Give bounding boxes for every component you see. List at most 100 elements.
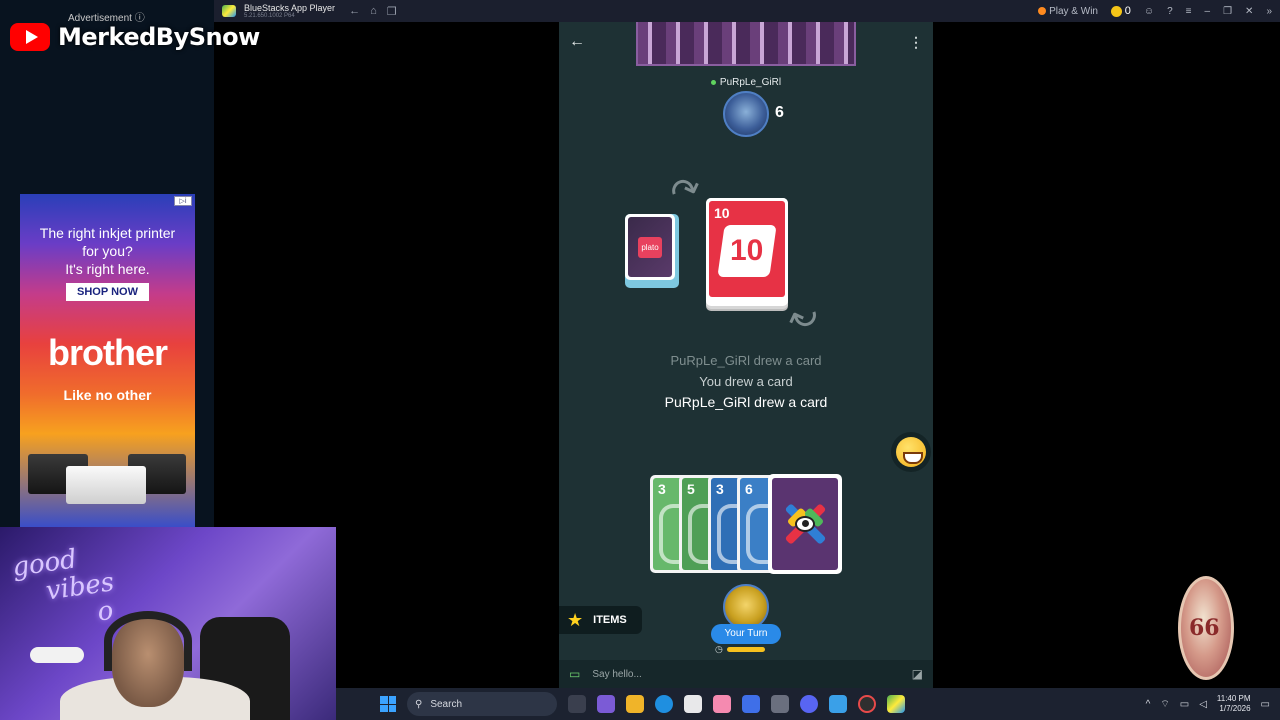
ad-tagline: Like no other — [63, 387, 152, 403]
wild-x-eye-icon — [780, 499, 830, 549]
close-icon[interactable]: ✕ — [1245, 6, 1253, 17]
emoji-button[interactable] — [891, 432, 931, 472]
teams-icon[interactable] — [597, 695, 615, 713]
webcam-overlay: good vibes o — [0, 527, 336, 720]
coin-count: 0 — [1124, 5, 1131, 17]
play-win-label: Play & Win — [1049, 5, 1098, 17]
restore-icon[interactable]: ❐ — [1223, 6, 1232, 17]
back-arrow-icon[interactable]: ← — [349, 5, 360, 17]
draw-pile[interactable]: plato — [625, 214, 675, 280]
network-icon[interactable]: ⌔ — [1160, 698, 1169, 711]
edge-icon[interactable] — [655, 695, 673, 713]
shop-now-button[interactable]: SHOP NOW — [66, 283, 149, 301]
hand-card-value: 3 — [658, 481, 666, 497]
discard-card-face: 10 10 — [709, 201, 785, 297]
grin-emoji-icon — [896, 437, 926, 467]
game-screen: ← ⋮ PuRpLe_GiRl 6 ↷ ↷ plato 10 10 PuRpLe… — [559, 22, 933, 688]
bluestacks-icon[interactable] — [887, 695, 905, 713]
discard-card-corner-value: 10 — [714, 205, 730, 221]
expand-icon[interactable]: » — [1266, 6, 1272, 17]
coin-icon — [1110, 5, 1122, 17]
help-icon[interactable]: ? — [1167, 6, 1173, 17]
wild-card-face — [772, 478, 838, 570]
hand-card-value: 6 — [745, 481, 753, 497]
ad-headline-1: The right inkjet printer — [39, 225, 176, 241]
search-label: Search — [430, 698, 463, 710]
youtube-icon — [10, 23, 50, 51]
notification-icon[interactable]: ▭ — [1261, 699, 1270, 710]
hand-card-value: 3 — [716, 481, 724, 497]
windows-start-icon[interactable] — [380, 696, 396, 712]
task-view-icon[interactable] — [568, 695, 586, 713]
microphone — [30, 647, 84, 663]
obs-icon[interactable] — [858, 695, 876, 713]
hamburger-menu-icon[interactable]: ≡ — [1186, 6, 1192, 17]
printer-ad-banner[interactable]: ▷ⅰ The right inkjet printer for you? It'… — [20, 194, 195, 527]
play-direction-arrow-icon: ↷ — [664, 166, 708, 215]
ad-brand-logo: brother — [48, 332, 168, 373]
copilot-icon[interactable] — [742, 695, 760, 713]
taskbar-clock[interactable]: 11:40 PM 1/7/2026 — [1217, 694, 1251, 714]
store-icon[interactable] — [684, 695, 702, 713]
printer-image — [28, 446, 188, 506]
search-icon: ⚲ — [415, 698, 423, 710]
stream-chip-overlay: 66 — [1178, 576, 1234, 680]
turn-timer-bar — [727, 647, 765, 652]
star-icon: ★ — [567, 609, 584, 630]
game-log-line: PuRpLe_GiRl drew a card — [664, 394, 828, 410]
windows-taskbar: ⚲ Search ^ ⌔ ▭ ◁ 11:40 PM 1/7/2026 ▭ — [336, 688, 1280, 720]
battery-icon[interactable]: ▭ — [1180, 699, 1189, 710]
channel-name: MerkedBySnow — [58, 23, 260, 51]
items-button[interactable]: ★ ITEMS — [559, 606, 642, 634]
hand-card-wild-see[interactable] — [768, 474, 842, 574]
player-hand: 3 5 3 6 — [650, 474, 842, 574]
opponent-name: PuRpLe_GiRl — [719, 77, 782, 88]
home-icon[interactable]: ⌂ — [370, 5, 377, 17]
game-log-line: PuRpLe_GiRl drew a card — [670, 353, 822, 368]
hand-card-value: 5 — [687, 481, 695, 497]
channel-badge: MerkedBySnow — [10, 12, 270, 62]
chat-icon[interactable]: ▭ — [569, 667, 580, 681]
coin-balance[interactable]: 0 — [1110, 5, 1131, 17]
opponent-avatar[interactable] — [723, 91, 769, 137]
discard-card-value: 10 — [730, 234, 764, 267]
sticker-icon[interactable]: ◪ — [912, 667, 923, 681]
taskbar-apps: ⚲ Search — [380, 688, 905, 720]
ad-headline-3: It's right here. — [65, 261, 150, 277]
ad-info-icon[interactable]: ▷ⅰ — [174, 196, 192, 206]
card-back: plato — [628, 217, 672, 277]
clock-time: 11:40 PM — [1216, 694, 1251, 703]
settings-icon[interactable] — [771, 695, 789, 713]
plato-logo: plato — [638, 236, 662, 258]
chat-input[interactable] — [592, 668, 893, 680]
volume-icon[interactable]: ◁ — [1199, 699, 1207, 710]
minimize-icon[interactable]: – — [1205, 6, 1211, 17]
back-arrow-icon[interactable]: ← — [569, 33, 585, 51]
profile-icon[interactable]: ☺ — [1144, 6, 1154, 17]
taskbar-search[interactable]: ⚲ Search — [407, 692, 557, 716]
ad-headline-2: for you? — [82, 243, 133, 259]
discard-card-center: 10 — [717, 225, 777, 277]
notepad-icon[interactable] — [829, 695, 847, 713]
discard-pile-top-card: 10 10 — [706, 198, 788, 300]
chevron-up-icon[interactable]: ^ — [1146, 699, 1151, 710]
turn-indicator: Your Turn — [711, 624, 781, 644]
screen: Advertisement ⓘ MerkedBySnow ▷ⅰ The righ… — [0, 0, 1280, 720]
clock-date: 1/7/2026 — [1219, 704, 1251, 713]
chip-label: 66 — [1189, 615, 1220, 641]
system-tray: ^ ⌔ ▭ ◁ 11:40 PM 1/7/2026 ▭ — [1146, 688, 1270, 720]
play-and-win-button[interactable]: Play & Win — [1038, 6, 1098, 17]
online-status-icon — [710, 79, 716, 85]
play-win-icon — [1038, 6, 1047, 15]
chat-bar: ▭ ◪ — [559, 660, 933, 688]
neon-sign: good vibes o — [10, 541, 120, 638]
app-icon[interactable] — [713, 695, 731, 713]
opponent-card-count: 6 — [775, 104, 784, 121]
more-options-icon[interactable]: ⋮ — [909, 34, 923, 51]
recent-apps-icon[interactable]: ❐ — [387, 5, 397, 18]
eye-icon — [795, 516, 815, 532]
discord-icon[interactable] — [800, 695, 818, 713]
file-explorer-icon[interactable] — [626, 695, 644, 713]
timer-icon: ◷ — [715, 644, 723, 654]
ad-headline: The right inkjet printer for you? It's r… — [20, 224, 195, 278]
